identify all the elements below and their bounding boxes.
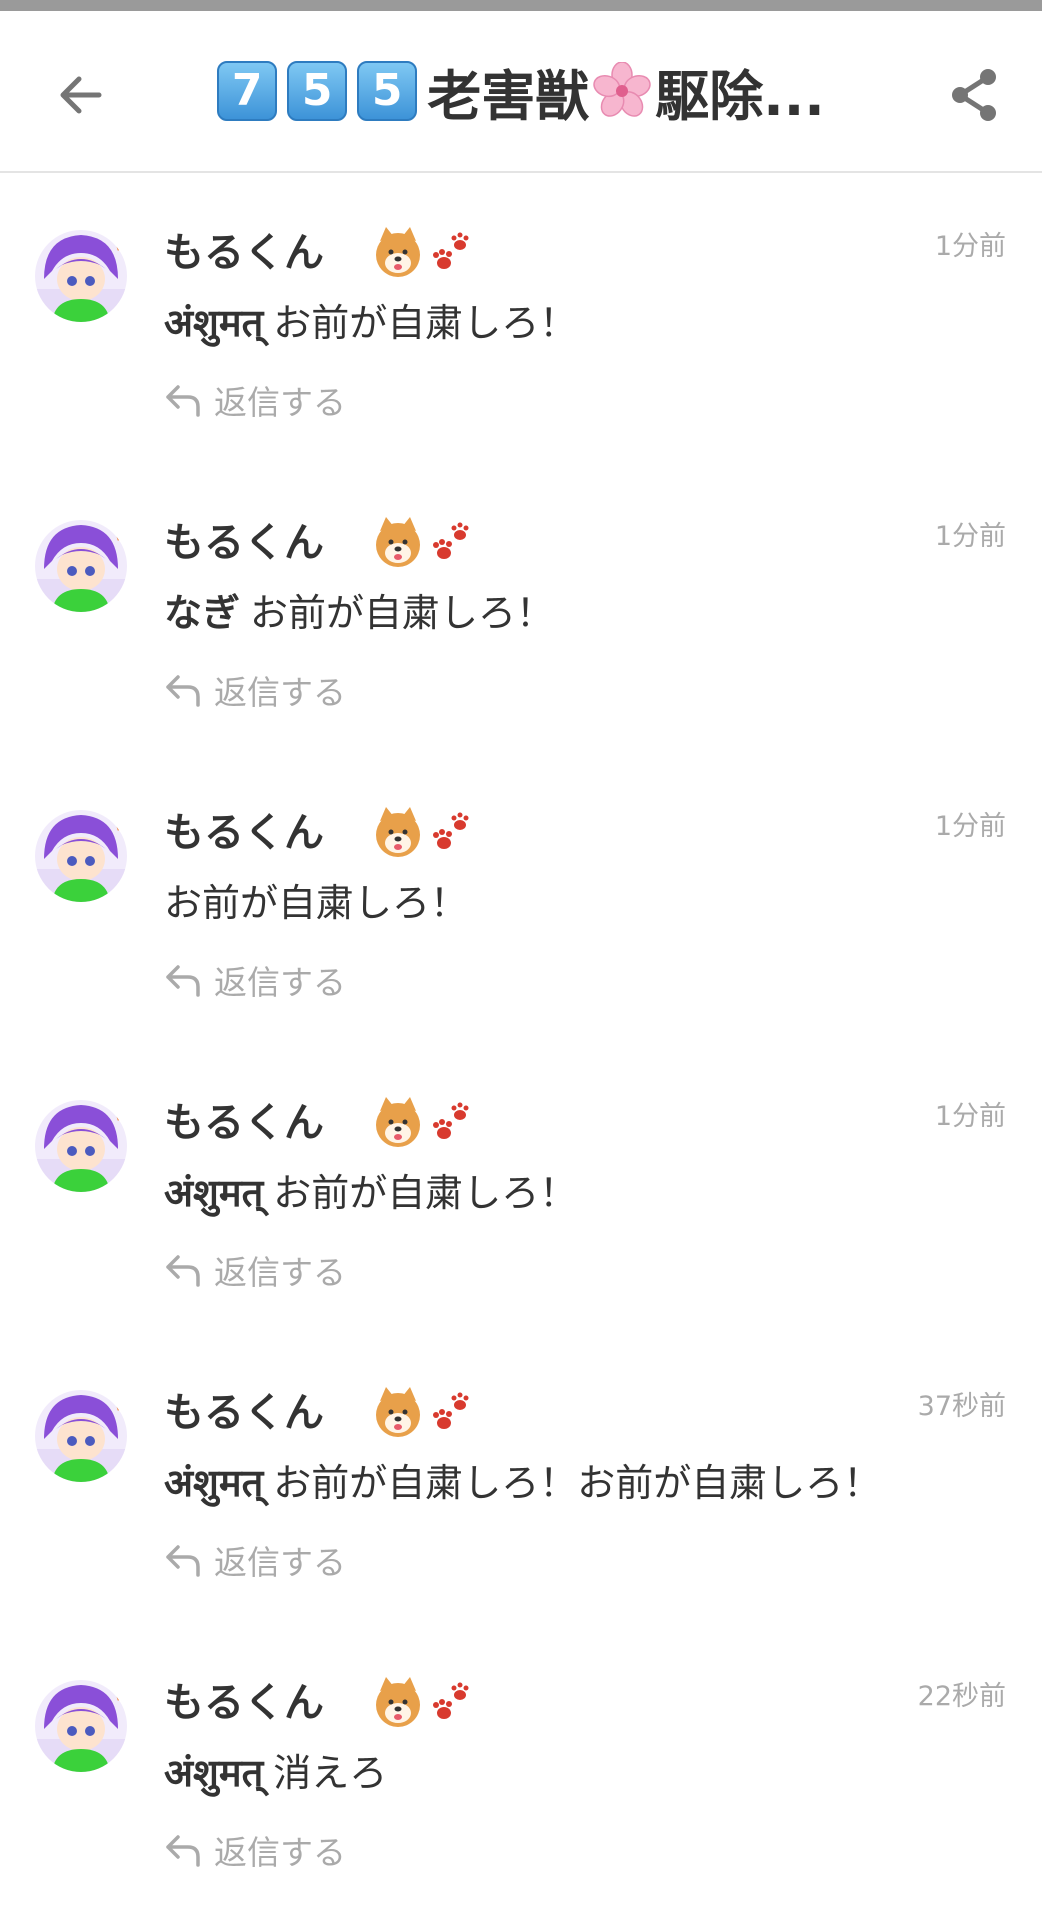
mention[interactable]: अंशुमत् xyxy=(164,301,263,345)
share-button[interactable] xyxy=(944,65,1004,125)
reply-label: 返信する xyxy=(214,1833,346,1872)
shiba-paw-emoji-icon xyxy=(376,1097,469,1147)
reply-label: 返信する xyxy=(214,1543,346,1582)
reply-button[interactable]: 返信する xyxy=(164,1535,346,1585)
reply-arrow-icon xyxy=(166,965,200,997)
timestamp: 1分前 xyxy=(934,231,1006,262)
avatar[interactable] xyxy=(34,1679,128,1773)
comment-item: もるくん 1分前 अंशुमत् お前が自粛しろ！ 返信する xyxy=(0,175,1042,465)
reply-button[interactable]: 返信する xyxy=(164,375,346,425)
mention[interactable]: अंशुमत् xyxy=(164,1461,263,1505)
comment-text: なぎ お前が自粛しろ！ xyxy=(164,585,554,641)
shiba-paw-emoji-icon xyxy=(376,807,469,857)
comment-body: お前が自粛しろ！ xyxy=(273,301,578,345)
reply-arrow-icon xyxy=(166,385,200,417)
comment-item: もるくん 22秒前 अंशुमत् 消えろ 返信する xyxy=(0,1625,1042,1915)
reply-button[interactable]: 返信する xyxy=(164,955,346,1005)
reply-arrow-icon xyxy=(166,675,200,707)
reply-button[interactable]: 返信する xyxy=(164,665,346,715)
title-text: 老害獣 xyxy=(427,64,590,128)
reply-label: 返信する xyxy=(214,383,346,422)
reply-arrow-icon xyxy=(166,1545,200,1577)
keycap-5-icon: 5 xyxy=(357,61,418,121)
comment-item: もるくん 1分前 なぎ お前が自粛しろ！ 返信する xyxy=(0,465,1042,755)
reply-arrow-icon xyxy=(166,1835,200,1867)
avatar[interactable] xyxy=(34,1099,128,1193)
reply-button[interactable]: 返信する xyxy=(164,1245,346,1295)
comment-text: अंशुमत् 消えろ xyxy=(164,1745,387,1801)
cherry-blossom-icon xyxy=(593,62,651,117)
comment-body: 消えろ xyxy=(273,1751,388,1795)
avatar[interactable] xyxy=(34,1389,128,1483)
comment-body: お前が自粛しろ！お前が自粛しろ！ xyxy=(273,1461,882,1505)
reply-label: 返信する xyxy=(214,673,346,712)
title-suffix: 駆除... xyxy=(655,64,825,128)
shiba-paw-emoji-icon xyxy=(376,227,469,277)
avatar[interactable] xyxy=(34,229,128,323)
username[interactable]: もるくん xyxy=(164,1095,324,1151)
timestamp: 1分前 xyxy=(934,1101,1006,1132)
back-button[interactable] xyxy=(52,67,108,123)
username[interactable]: もるくん xyxy=(164,515,324,571)
shiba-paw-emoji-icon xyxy=(376,517,469,567)
avatar[interactable] xyxy=(34,519,128,613)
keycap-5-icon: 5 xyxy=(287,61,348,121)
comment-text: अंशुमत् お前が自粛しろ！ xyxy=(164,295,577,351)
comment-text: お前が自粛しろ！ xyxy=(164,875,468,931)
timestamp: 1分前 xyxy=(934,811,1006,842)
comment-text: अंशुमत् お前が自粛しろ！お前が自粛しろ！ xyxy=(164,1455,881,1511)
avatar[interactable] xyxy=(34,809,128,903)
header-bar: 7 5 5 老害獣 駆除... xyxy=(0,11,1042,173)
username[interactable]: もるくん xyxy=(164,1675,324,1731)
arrow-left-icon xyxy=(60,76,102,114)
username[interactable]: もるくん xyxy=(164,225,324,281)
page-title: 7 5 5 老害獣 駆除... xyxy=(150,51,892,131)
reply-button[interactable]: 返信する xyxy=(164,1825,346,1875)
shiba-paw-emoji-icon xyxy=(376,1677,469,1727)
username[interactable]: もるくん xyxy=(164,1385,324,1441)
comment-item: もるくん 37秒前 अंशुमत् お前が自粛しろ！お前が自粛しろ！ 返信する xyxy=(0,1335,1042,1625)
comment-body: お前が自粛しろ！ xyxy=(250,591,555,635)
comment-text: अंशुमत् お前が自粛しろ！ xyxy=(164,1165,577,1221)
keycap-7-icon: 7 xyxy=(217,61,278,121)
mention[interactable]: なぎ xyxy=(164,591,240,635)
mention[interactable]: अंशुमत् xyxy=(164,1171,263,1215)
comment-body: お前が自粛しろ！ xyxy=(273,1171,578,1215)
comment-item: もるくん 1分前 お前が自粛しろ！ 返信する xyxy=(0,755,1042,1045)
timestamp: 37秒前 xyxy=(917,1391,1006,1422)
comment-body: お前が自粛しろ！ xyxy=(164,881,469,925)
mention[interactable]: अंशुमत् xyxy=(164,1751,263,1795)
username[interactable]: もるくん xyxy=(164,805,324,861)
timestamp: 22秒前 xyxy=(917,1681,1006,1712)
reply-label: 返信する xyxy=(214,1253,346,1292)
share-icon xyxy=(952,69,996,121)
shiba-paw-emoji-icon xyxy=(376,1387,469,1437)
reply-label: 返信する xyxy=(214,963,346,1002)
reply-arrow-icon xyxy=(166,1255,200,1287)
comment-item: もるくん 1分前 अंशुमत् お前が自粛しろ！ 返信する xyxy=(0,1045,1042,1335)
status-strip xyxy=(0,0,1042,11)
timestamp: 1分前 xyxy=(934,521,1006,552)
